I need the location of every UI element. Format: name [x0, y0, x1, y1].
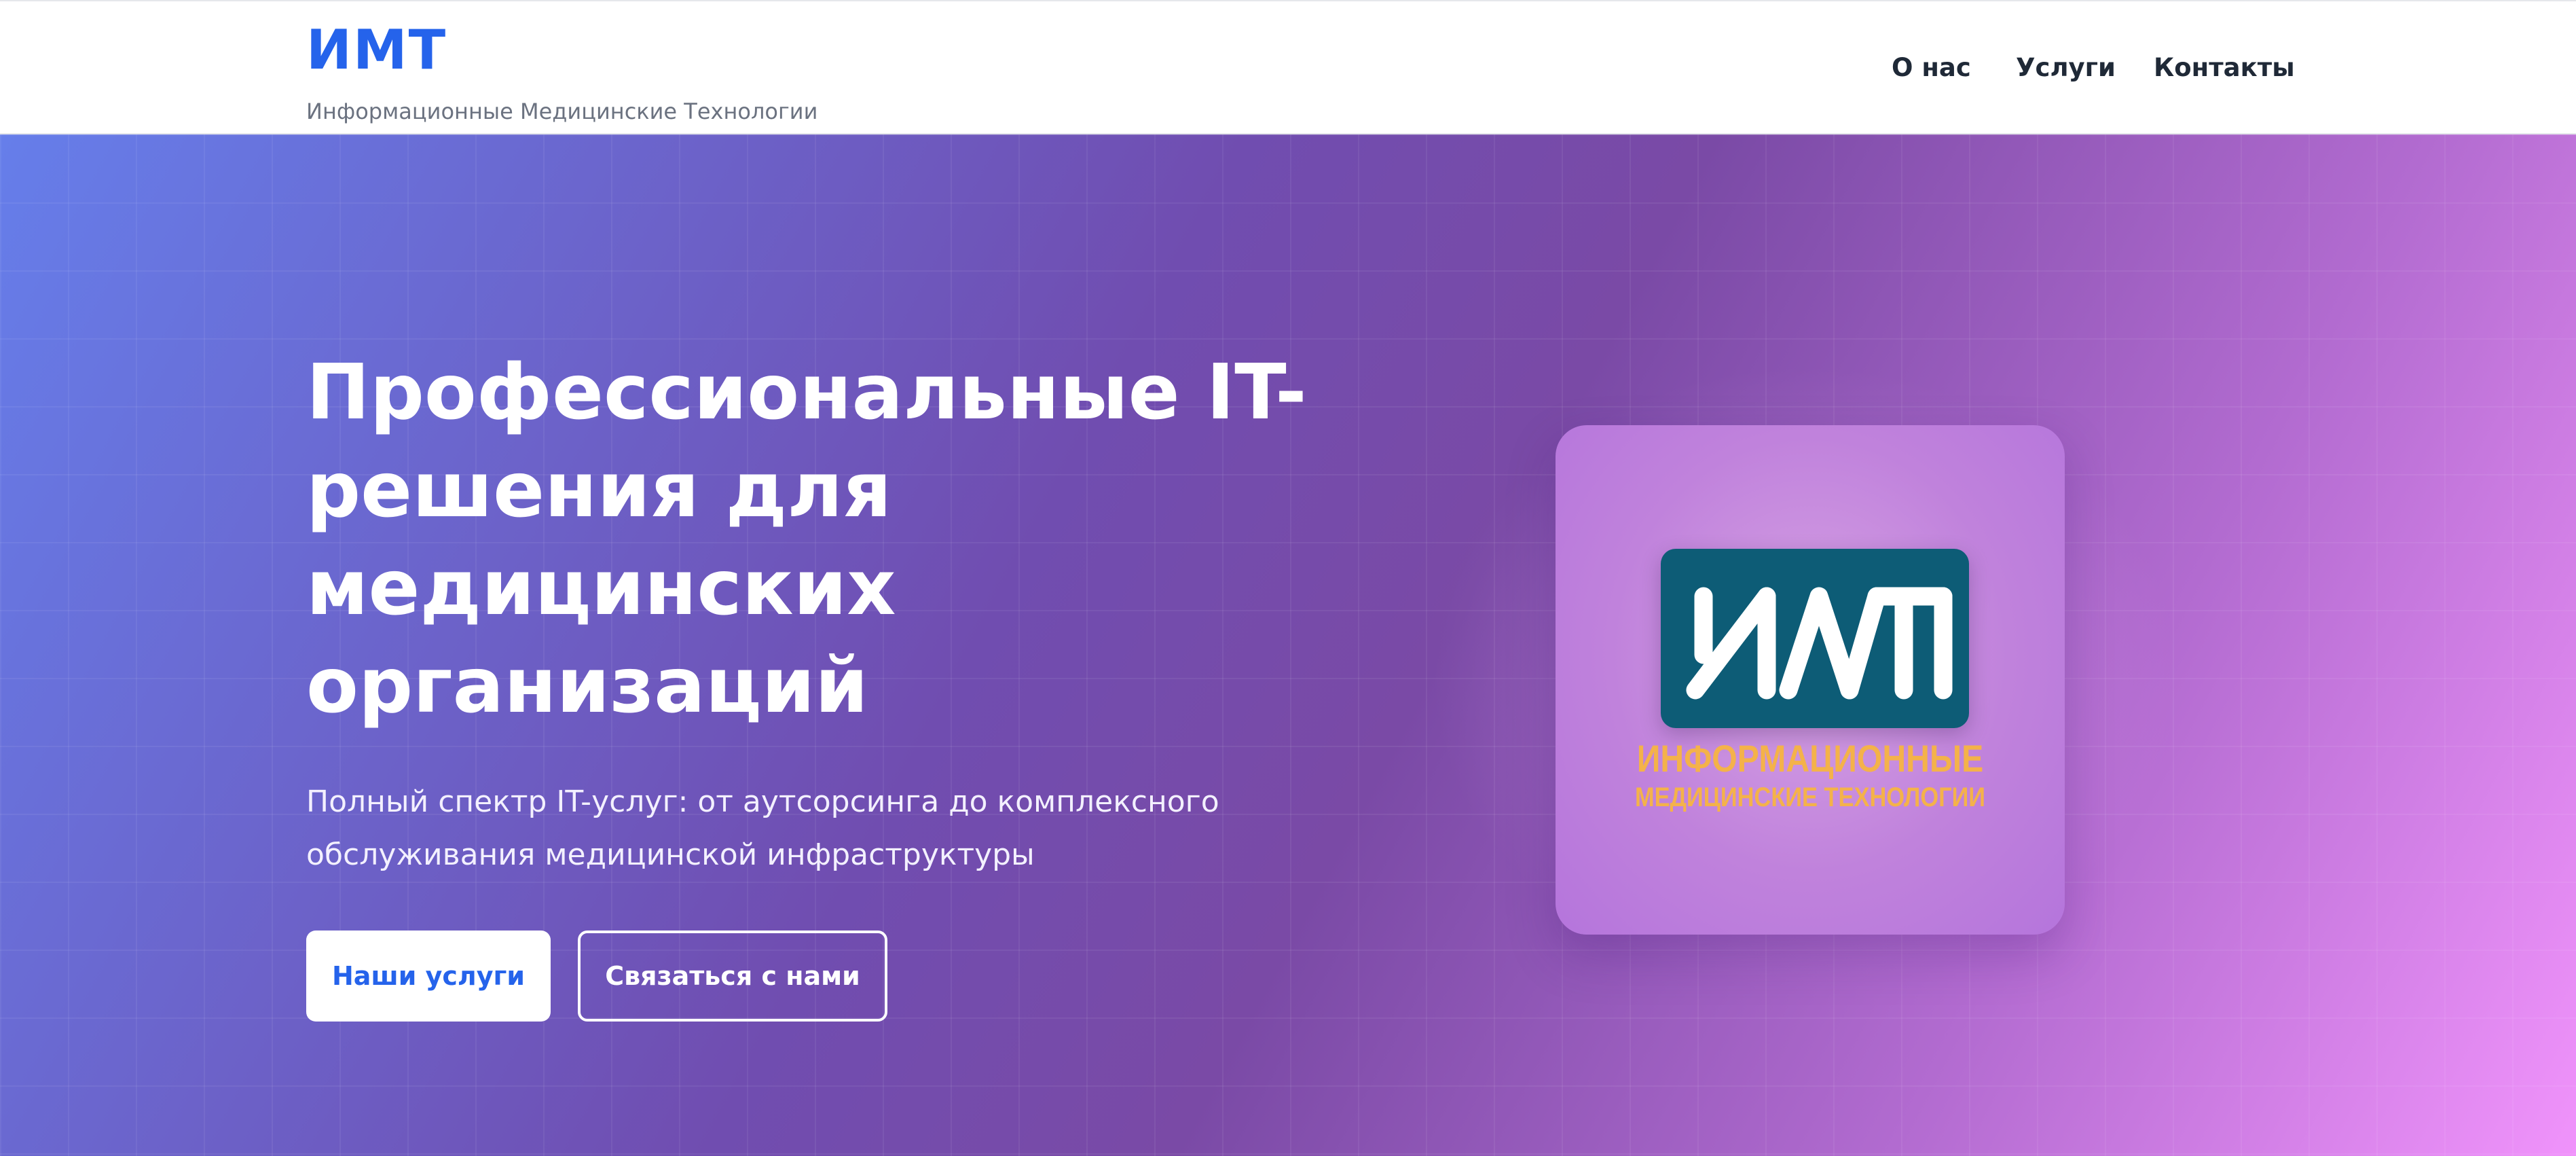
logo-text-line2: МЕДИЦИНСКИЕ ТЕХНОЛОГИИ	[1634, 782, 1986, 812]
brand-subtitle: Информационные Медицинские Технологии	[306, 98, 818, 124]
nav-link-services[interactable]: Услуги	[2016, 52, 2116, 84]
contact-us-button[interactable]: Связаться с нами	[578, 931, 887, 1022]
logo-card: ИНФОРМАЦИОННЫЕ МЕДИЦИНСКИЕ ТЕХНОЛОГИИ	[1556, 425, 2065, 935]
site-header: ИМТ Информационные Медицинские Технологи…	[0, 0, 2576, 134]
hero-title-line: организаций	[306, 642, 868, 730]
hero-section: Профессиональные IT- решения для медицин…	[0, 134, 2576, 1156]
hero-description: Полный спектр IT-услуг: от аутсорсинга д…	[306, 776, 1257, 882]
hero-title-line: решения для	[306, 446, 892, 535]
logo-text-line1: ИНФОРМАЦИОННЫЕ	[1636, 737, 1984, 780]
hero-description-line: обслуживания медицинской инфраструктуры	[306, 837, 1035, 872]
nav-link-contacts[interactable]: Контакты	[2154, 52, 2295, 84]
hero-description-line: Полный спектр IT-услуг: от аутсорсинга д…	[306, 784, 1219, 819]
hero-title-line: медицинских	[306, 544, 896, 632]
brand-title[interactable]: ИМТ	[306, 18, 447, 83]
hero-title-line: Профессиональные IT-	[306, 348, 1307, 437]
hero-title: Профессиональные IT- решения для медицин…	[306, 344, 1325, 735]
company-logo-mark	[1661, 549, 1969, 728]
our-services-button[interactable]: Наши услуги	[306, 931, 551, 1022]
imt-logo-icon	[1686, 587, 1953, 700]
nav-link-about[interactable]: О нас	[1892, 52, 1971, 84]
